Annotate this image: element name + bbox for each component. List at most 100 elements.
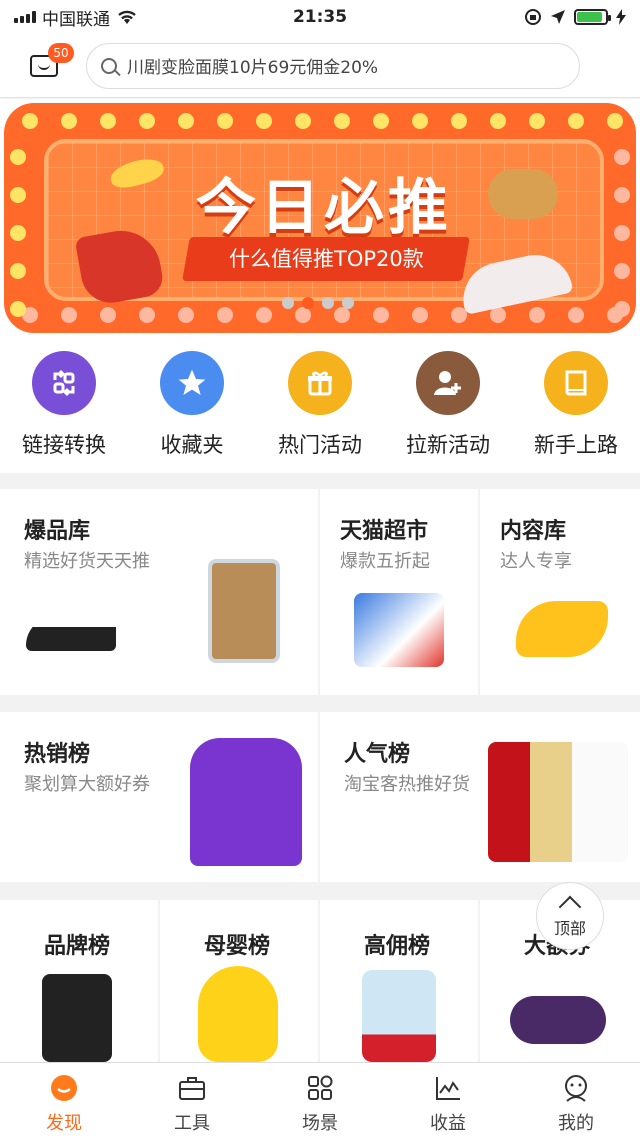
tab-scenes[interactable]: 场景: [256, 1063, 384, 1138]
quick-nav-label: 拉新活动: [406, 433, 490, 457]
card-commission[interactable]: 高佣榜: [320, 900, 478, 1062]
carousel-dot[interactable]: [282, 297, 294, 309]
quick-nav-hot-events[interactable]: 热门活动: [256, 339, 384, 473]
card-baby[interactable]: 母婴榜: [160, 900, 318, 1062]
marquee-bulb: [334, 307, 350, 323]
quick-nav-beginner[interactable]: 新手上路: [512, 339, 640, 473]
cleaning-products-image: [354, 593, 444, 667]
marquee-bulb: [100, 113, 116, 129]
card-title: 天猫超市: [340, 519, 429, 544]
card-brand[interactable]: 品牌榜: [0, 900, 158, 1062]
tab-earnings[interactable]: 收益: [384, 1063, 512, 1138]
card-title: 内容库: [500, 519, 567, 544]
carrier-name: 中国联通: [42, 9, 110, 30]
search-icon: [101, 57, 117, 74]
marquee-bulb: [614, 263, 630, 279]
tab-label: 工具: [174, 1113, 210, 1134]
marquee-bulb: [373, 113, 389, 129]
status-bar: 中国联通 21:35: [0, 0, 640, 34]
quick-nav-label: 热门活动: [278, 433, 362, 457]
quick-nav-favorites[interactable]: 收藏夹: [128, 339, 256, 473]
marquee-bulb: [568, 113, 584, 129]
card-popular[interactable]: 人气榜 淘宝客热推好货: [320, 712, 640, 882]
card-content[interactable]: 内容库 达人专享: [480, 489, 640, 695]
quick-nav-link-convert[interactable]: 链接转换: [0, 339, 128, 473]
bear-toy-image: [198, 966, 278, 1062]
tab-label: 发现: [46, 1113, 82, 1134]
card-subtitle: 聚划算大额好券: [24, 774, 150, 795]
marquee-bulb: [451, 113, 467, 129]
tab-profile[interactable]: 我的: [512, 1063, 640, 1138]
scroll-to-top-button[interactable]: 顶部: [536, 882, 604, 950]
quick-nav-label: 链接转换: [22, 433, 106, 457]
quick-nav-label: 收藏夹: [160, 433, 224, 457]
marquee-bulb: [412, 113, 428, 129]
star-icon: [160, 351, 224, 415]
marquee-bulb: [10, 187, 26, 203]
hair-accessory-image: [488, 169, 558, 219]
quick-nav-invite[interactable]: 拉新活动: [384, 339, 512, 473]
quick-nav-label: 新手上路: [534, 433, 618, 457]
tab-discover[interactable]: 发现: [0, 1063, 128, 1138]
marquee-bulb: [22, 113, 38, 129]
card-tmall[interactable]: 天猫超市 爆款五折起: [320, 489, 478, 695]
marquee-bulb: [178, 307, 194, 323]
dried-mango-image: [516, 601, 608, 657]
marquee-bulb: [614, 187, 630, 203]
scroll-top-label: 顶部: [553, 919, 586, 938]
promo-banner[interactable]: 今日必推 什么值得推TOP20款: [0, 99, 640, 339]
tab-label: 我的: [558, 1113, 594, 1134]
card-subtitle: 精选好货天天推: [24, 551, 150, 572]
banner-subtitle: 什么值得推TOP20款: [182, 237, 470, 281]
marquee-bulb: [61, 307, 77, 323]
marquee-bulb: [256, 307, 272, 323]
marquee-bulb: [490, 307, 506, 323]
battery-icon: [574, 9, 611, 25]
marquee-bulb: [614, 149, 630, 165]
hoodie-product-image: [190, 738, 302, 866]
carousel-dot-active[interactable]: [302, 297, 314, 309]
toolbox-icon: [177, 1073, 207, 1103]
coffee-machine-image: [42, 974, 112, 1062]
card-title: 品牌榜: [44, 934, 111, 959]
link-convert-icon: [32, 351, 96, 415]
card-hot-sale[interactable]: 热销榜 聚划算大额好券: [0, 712, 318, 882]
carousel-dot[interactable]: [322, 297, 334, 309]
rotation-lock-icon: [525, 9, 541, 25]
tab-label: 场景: [302, 1113, 338, 1134]
kettle-image: [362, 970, 436, 1062]
marquee-bulb: [529, 307, 545, 323]
marquee-bulb: [10, 263, 26, 279]
banner-subtitle-text: 什么值得推TOP20款: [228, 247, 424, 271]
marquee-bulb: [217, 307, 233, 323]
earnings-chart-icon: [433, 1073, 463, 1103]
marquee-bulb: [178, 113, 194, 129]
marquee-bulb: [295, 307, 311, 323]
sneaker-product-image: [26, 617, 116, 651]
marquee-bulb: [61, 113, 77, 129]
search-bar[interactable]: 川剧变脸面膜10片69元佣金20%: [86, 42, 580, 89]
marquee-bulb: [412, 307, 428, 323]
card-subtitle: 达人专享: [500, 551, 572, 572]
marquee-bulb: [217, 113, 233, 129]
message-button[interactable]: 50: [30, 42, 74, 81]
marquee-bulb: [10, 225, 26, 241]
marquee-bulb: [10, 149, 26, 165]
card-subtitle: 爆款五折起: [340, 551, 430, 572]
gift-icon: [288, 351, 352, 415]
card-title: 热销榜: [24, 742, 91, 767]
tab-tools[interactable]: 工具: [128, 1063, 256, 1138]
tab-label: 收益: [430, 1113, 466, 1134]
carousel-dot[interactable]: [342, 297, 354, 309]
marquee-bulb: [256, 113, 272, 129]
message-badge: 50: [48, 42, 74, 63]
card-baopin[interactable]: 爆品库 精选好货天天推: [0, 489, 318, 695]
tab-bar: 发现 工具 场景 收益 我的: [0, 1062, 640, 1138]
search-input[interactable]: 川剧变脸面膜10片69元佣金20%: [127, 53, 378, 78]
carousel-dots: [282, 297, 354, 309]
profile-icon: [561, 1073, 591, 1103]
quick-nav: 链接转换 收藏夹 热门活动 拉新活动 新手上路: [0, 339, 640, 473]
marquee-bulb: [295, 113, 311, 129]
marquee-bulb: [334, 113, 350, 129]
card-title: 爆品库: [24, 519, 91, 544]
